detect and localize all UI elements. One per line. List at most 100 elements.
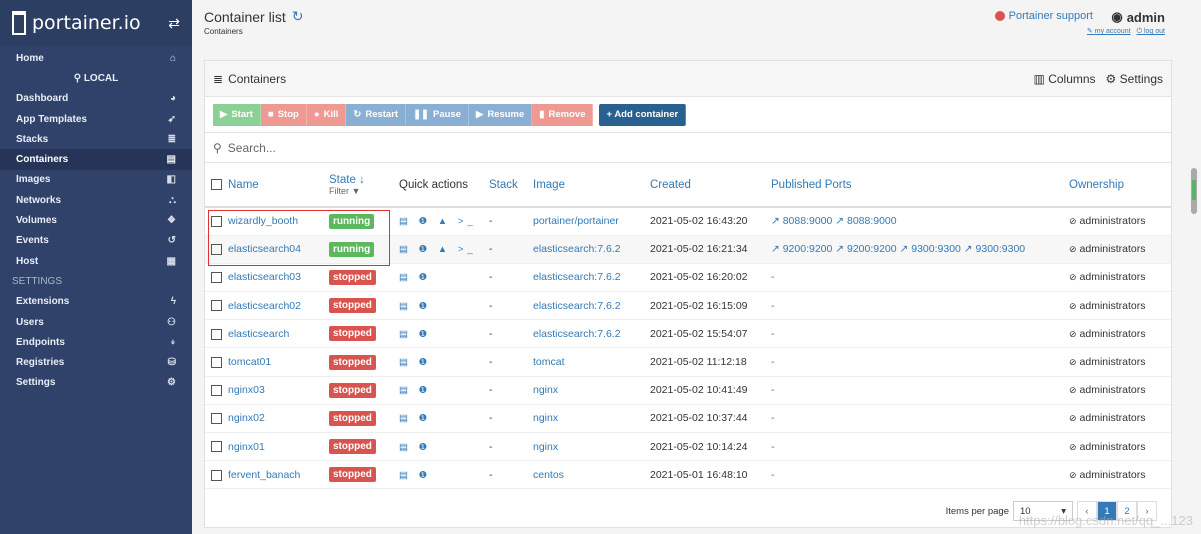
quick-actions-icons[interactable]: ▤ ❶ <box>399 301 431 312</box>
container-name-link[interactable]: elasticsearch02 <box>228 300 301 312</box>
image-link[interactable]: portainer/portainer <box>533 215 619 227</box>
image-link[interactable]: elasticsearch:7.6.2 <box>533 271 621 283</box>
table-row[interactable]: nginx03 stopped ▤ ❶ - nginx 2021-05-02 10:41:… <box>205 376 1171 405</box>
toggle-sidebar-icon[interactable]: ⇄ <box>168 15 180 32</box>
stack-column-header[interactable]: Stack <box>483 163 527 208</box>
table-row[interactable]: fervent_banach stopped ▤ ❶ - centos 2021-05-0… <box>205 460 1171 490</box>
table-row[interactable]: elasticsearch stopped ▤ ❶ - elasticsearch:7.… <box>205 319 1171 349</box>
table-row[interactable]: tomcat01 stopped ▤ ❶ - tomcat 2021-05-02 11:1… <box>205 347 1171 377</box>
start-button[interactable]: ▶ Start <box>213 103 261 126</box>
search-input[interactable]: Search... <box>228 141 276 155</box>
sidebar-item-app-templates[interactable]: App Templates ➶ <box>0 109 192 129</box>
ports-column-header[interactable]: Published Ports <box>765 163 1063 208</box>
published-ports[interactable]: - <box>771 384 775 396</box>
container-name-link[interactable]: nginx02 <box>228 412 265 424</box>
quick-actions-icons[interactable]: ▤ ❶ ▲ >_ <box>399 216 477 227</box>
add-container-button[interactable]: + Add container <box>599 103 687 126</box>
pause-button[interactable]: ❚❚ Pause <box>406 103 469 126</box>
search-bar[interactable]: ⚲ Search... <box>205 133 1171 163</box>
quick-actions-icons[interactable]: ▤ ❶ <box>399 357 431 368</box>
table-row[interactable]: elasticsearch03 stopped ▤ ❶ - elasticsearch:… <box>205 263 1171 293</box>
table-row[interactable]: nginx02 stopped ▤ ❶ - nginx 2021-05-02 10:37:… <box>205 404 1171 434</box>
sidebar-item-images[interactable]: Images ◧ <box>0 170 192 190</box>
sidebar-item-registries[interactable]: Registries ⛁ <box>0 352 192 372</box>
sidebar-item-settings[interactable]: Settings ⚙ <box>0 373 192 393</box>
sidebar-item-volumes[interactable]: Volumes ❖ <box>0 210 192 230</box>
container-name-link[interactable]: fervent_banach <box>228 469 300 481</box>
row-checkbox[interactable] <box>211 300 222 312</box>
my-account-link[interactable]: ✎ my account <box>1087 28 1131 35</box>
columns-button[interactable]: ▥ Columns <box>1034 72 1096 86</box>
name-column-header[interactable]: Name <box>205 163 323 208</box>
image-link[interactable]: centos <box>533 469 564 481</box>
kill-button[interactable]: ● Kill <box>306 103 347 126</box>
sidebar-item-events[interactable]: Events ↺ <box>0 231 192 251</box>
published-ports[interactable]: ↗ 8088:9000 ↗ 8088:9000 <box>771 215 897 227</box>
quick-actions-icons[interactable]: ▤ ❶ <box>399 413 431 424</box>
row-checkbox[interactable] <box>211 272 222 284</box>
row-checkbox[interactable] <box>211 328 222 340</box>
remove-button[interactable]: ▮ Remove <box>532 103 594 126</box>
sidebar-item-users[interactable]: Users ⚇ <box>0 312 192 332</box>
restart-button[interactable]: ↻ Restart <box>346 103 407 126</box>
quick-actions-cell: ▤ ❶ <box>393 263 483 293</box>
row-checkbox[interactable] <box>211 441 222 453</box>
sidebar-item-local[interactable]: ⚲ LOCAL <box>0 68 192 88</box>
table-row[interactable]: elasticsearch02 stopped ▤ ❶ - elasticsearch:… <box>205 291 1171 321</box>
select-all-checkbox[interactable] <box>211 178 222 190</box>
sidebar-item-home[interactable]: Home ⌂ <box>0 48 192 68</box>
portainer-logo[interactable]: portainer.io <box>12 11 141 35</box>
stop-button[interactable]: ■ Stop <box>260 103 307 126</box>
sidebar-item-dashboard[interactable]: Dashboard ◕ <box>0 89 192 109</box>
row-checkbox[interactable] <box>211 384 222 396</box>
image-link[interactable]: nginx <box>533 441 558 453</box>
published-ports[interactable]: - <box>771 441 775 453</box>
published-ports[interactable]: - <box>771 328 775 340</box>
quick-actions-icons[interactable]: ▤ ❶ ▲ >_ <box>399 244 477 255</box>
sidebar-item-extensions[interactable]: Extensions ϟ <box>0 292 192 312</box>
state-column-header[interactable]: State ↓ Filter ▼ <box>323 163 393 208</box>
image-link[interactable]: elasticsearch:7.6.2 <box>533 328 621 340</box>
image-link[interactable]: elasticsearch:7.6.2 <box>533 300 621 312</box>
resume-button[interactable]: ▶ Resume <box>469 103 533 126</box>
published-ports[interactable]: - <box>771 469 775 481</box>
sidebar-item-stacks[interactable]: Stacks ≣ <box>0 129 192 149</box>
row-checkbox[interactable] <box>211 356 222 368</box>
published-ports[interactable]: - <box>771 300 775 312</box>
row-checkbox[interactable] <box>211 413 222 425</box>
ownership-column-header[interactable]: Ownership <box>1063 163 1171 208</box>
sidebar-item-containers[interactable]: Containers ▤ <box>0 149 192 170</box>
scrollbar-thumb[interactable] <box>1192 180 1196 200</box>
container-name-link[interactable]: elasticsearch03 <box>228 271 301 283</box>
table-settings-button[interactable]: ⚙ Settings <box>1106 72 1163 86</box>
container-name-link[interactable]: nginx01 <box>228 441 265 453</box>
quick-actions-icons[interactable]: ▤ ❶ <box>399 385 431 396</box>
published-ports[interactable]: ↗ 9200:9200 ↗ 9200:9200 ↗ 9300:9300 ↗ 93… <box>771 243 1025 255</box>
sidebar-item-networks[interactable]: Networks ⛬ <box>0 190 192 210</box>
scrollbar[interactable] <box>1191 168 1197 214</box>
container-name-link[interactable]: elasticsearch <box>228 328 289 340</box>
image-link[interactable]: nginx <box>533 384 558 396</box>
state-filter[interactable]: Filter ▼ <box>329 186 387 196</box>
image-link[interactable]: tomcat <box>533 356 565 368</box>
refresh-icon[interactable]: ↻ <box>292 8 304 25</box>
created-column-header[interactable]: Created <box>644 163 765 208</box>
portainer-support-link[interactable]: Portainer support <box>994 10 1093 22</box>
published-ports[interactable]: - <box>771 412 775 424</box>
row-checkbox[interactable] <box>211 469 222 481</box>
image-column-header[interactable]: Image <box>527 163 644 208</box>
image-link[interactable]: elasticsearch:7.6.2 <box>533 243 621 255</box>
quick-actions-icons[interactable]: ▤ ❶ <box>399 470 431 481</box>
quick-actions-icons[interactable]: ▤ ❶ <box>399 329 431 340</box>
image-link[interactable]: nginx <box>533 412 558 424</box>
table-row[interactable]: nginx01 stopped ▤ ❶ - nginx 2021-05-02 10:14:… <box>205 432 1171 462</box>
quick-actions-icons[interactable]: ▤ ❶ <box>399 272 431 283</box>
sidebar-item-endpoints[interactable]: Endpoints ⍖ <box>0 332 192 352</box>
published-ports[interactable]: - <box>771 356 775 368</box>
container-name-link[interactable]: nginx03 <box>228 384 265 396</box>
container-name-link[interactable]: tomcat01 <box>228 356 271 368</box>
sidebar-item-host[interactable]: Host ▦ <box>0 251 192 271</box>
published-ports[interactable]: - <box>771 271 775 283</box>
quick-actions-icons[interactable]: ▤ ❶ <box>399 442 431 453</box>
log-out-link[interactable]: ⏻ log out <box>1136 28 1165 35</box>
